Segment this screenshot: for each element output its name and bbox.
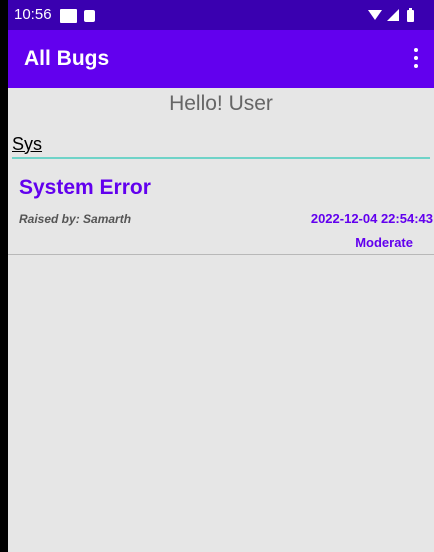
screen: 10:56 All Bugs Hello! User System Error …	[8, 0, 434, 552]
status-time: 10:56	[14, 6, 52, 23]
bug-datetime: 2022-12-04 22:54:43	[310, 211, 433, 226]
status-bar: 10:56	[8, 0, 434, 30]
status-icons	[368, 8, 414, 22]
wifi-icon	[368, 10, 382, 20]
notification-square-icon	[60, 9, 77, 23]
bug-raised-by: Raised by: Samarth	[19, 212, 132, 226]
app-bar: All Bugs	[8, 30, 434, 88]
app-title: All Bugs	[24, 47, 110, 70]
greeting-text: Hello! User	[169, 92, 273, 115]
notification-rounded-icon	[84, 10, 95, 22]
device-frame: 10:56 All Bugs Hello! User System Error …	[0, 0, 434, 552]
search-input[interactable]	[12, 131, 430, 159]
more-vert-icon[interactable]	[408, 44, 424, 74]
signal-icon	[387, 9, 399, 21]
bug-list-item[interactable]: System Error Raised by: Samarth 2022-12-…	[8, 170, 434, 255]
bug-title: System Error	[19, 176, 151, 199]
bug-severity: Moderate	[355, 235, 413, 250]
battery-icon	[407, 10, 414, 22]
